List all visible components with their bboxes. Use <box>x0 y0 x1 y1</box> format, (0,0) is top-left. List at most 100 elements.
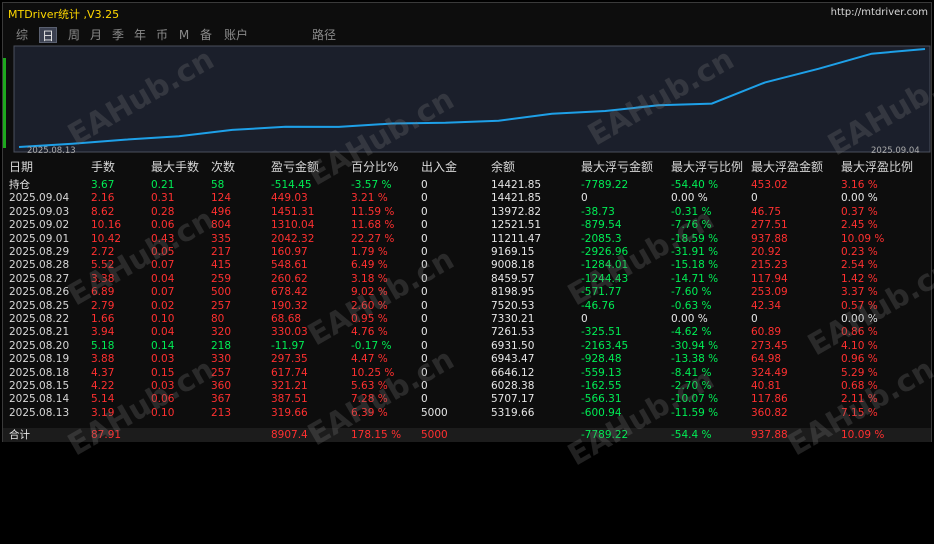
cell-maxlots: 0.07 <box>151 259 175 272</box>
cell-pnl: 617.74 <box>271 366 308 379</box>
cell-count: 330 <box>211 353 232 366</box>
column-header[interactable]: 手数 <box>91 160 115 174</box>
tab-9[interactable]: 账户 <box>221 27 251 43</box>
table-row[interactable]: 2025.08.27 3.38 0.04 259 260.62 3.18 % 0 8459.5… <box>9 272 929 286</box>
cell-lots: 3.94 <box>91 326 115 339</box>
table-row[interactable]: 2025.08.21 3.94 0.04 320 330.03 4.76 % 0 7261.5… <box>9 325 929 339</box>
table-row[interactable]: 2025.08.26 6.89 0.07 500 678.42 9.02 % 0 8198.9… <box>9 285 929 299</box>
column-header[interactable]: 日期 <box>9 160 33 174</box>
cell-mflp: -4.62 % <box>671 326 712 339</box>
cell-date: 2025.08.19 <box>9 353 70 366</box>
cell-pnl: 319.66 <box>271 406 308 419</box>
table-row[interactable]: 2025.08.28 5.52 0.07 415 548.61 6.49 % 0 9008.1… <box>9 258 929 272</box>
cell-pct: 3.21 % <box>351 192 388 205</box>
cell-date: 2025.08.28 <box>9 259 70 272</box>
cell-mfl: -7789.22 <box>581 179 629 191</box>
column-header[interactable]: 出入金 <box>421 160 457 174</box>
column-header[interactable]: 最大浮亏金额 <box>581 160 653 174</box>
table-row[interactable]: 2025.08.18 4.37 0.15 257 617.74 10.25 % 0 6646.… <box>9 366 929 380</box>
cell-maxlots: 0.15 <box>151 366 175 379</box>
cell-io: 0 <box>421 339 428 352</box>
cell-count: 500 <box>211 286 232 299</box>
cell-count: 360 <box>211 380 232 392</box>
cell-mfp: 60.89 <box>751 326 782 339</box>
column-header[interactable]: 最大浮亏比例 <box>671 160 743 174</box>
table-row[interactable]: 2025.08.15 4.22 0.03 360 321.21 5.63 % 0 6028.3… <box>9 379 929 393</box>
table-row[interactable]: 2025.08.13 3.19 0.10 213 319.66 6.39 % 5000 531… <box>9 406 929 420</box>
cell-io: 0 <box>421 326 428 339</box>
cell-lots: 3.38 <box>91 272 115 285</box>
tab-0[interactable]: 综 <box>13 27 31 43</box>
cell-date: 2025.09.04 <box>9 192 70 205</box>
cell-mfpp: 4.10 % <box>841 339 878 352</box>
cell-mflp: -7.76 % <box>671 219 712 232</box>
cell-lots: 2.72 <box>91 246 115 258</box>
cell-io: 0 <box>421 192 428 205</box>
cell-mfpp: 0.57 % <box>841 299 878 312</box>
column-header[interactable]: 最大浮盈金额 <box>751 160 823 174</box>
cell-lots: 10.16 <box>91 219 122 232</box>
total-pct: 178.15 % <box>351 429 402 441</box>
cell-mfpp: 10.09 % <box>841 232 885 245</box>
cell-bal: 7330.21 <box>491 313 535 325</box>
table-row[interactable]: 2025.08.29 2.72 0.05 217 160.97 1.79 % 0 9169.1… <box>9 245 929 259</box>
column-header[interactable]: 百分比% <box>351 160 398 174</box>
cell-count: 335 <box>211 232 232 245</box>
tab-6[interactable]: 币 <box>153 27 171 43</box>
cell-pnl: 297.35 <box>271 353 308 366</box>
cell-mfl: -1244.43 <box>581 272 629 285</box>
cell-pnl: 387.51 <box>271 393 308 406</box>
table-row[interactable]: 2025.09.04 2.16 0.31 124 449.03 3.21 % 0 14421.… <box>9 191 929 205</box>
tab-8[interactable]: 备 <box>197 27 215 43</box>
tab-4[interactable]: 季 <box>109 27 127 43</box>
cell-date: 2025.09.03 <box>9 205 70 218</box>
cell-date: 2025.09.01 <box>9 232 70 245</box>
total-mflp: -54.4 % <box>671 429 712 441</box>
tab-1[interactable]: 日 <box>39 27 57 43</box>
window-title: MTDriver统计 ,V3.25 <box>8 8 120 21</box>
cell-pct: -0.17 % <box>351 339 392 352</box>
table-row[interactable]: 2025.09.03 8.62 0.28 496 1451.31 11.59 % 0 1397… <box>9 205 929 219</box>
cell-io: 5000 <box>421 406 448 419</box>
table-row[interactable]: 2025.09.02 10.16 0.06 804 1310.04 11.68 % 0 125… <box>9 218 929 232</box>
column-header[interactable]: 盈亏金额 <box>271 160 319 174</box>
table-row[interactable]: 持仓 3.67 0.21 58 -514.45 -3.57 % 0 14421.85 -7789… <box>9 178 929 192</box>
cell-maxlots: 0.07 <box>151 286 175 299</box>
cell-pnl: -11.97 <box>271 339 305 352</box>
cell-mfl: -2926.96 <box>581 246 629 258</box>
table-row[interactable]: 2025.08.20 5.18 0.14 218 -11.97 -0.17 % 0 6931.… <box>9 339 929 353</box>
website-link[interactable]: http://mtdriver.com <box>831 7 928 18</box>
cell-pct: 4.76 % <box>351 326 388 339</box>
table-header: 日期 手数 最大手数 次数 盈亏金额 百分比% 出入金 余额 最大浮亏金额 最大浮亏比例 最大浮盈金… <box>9 160 929 174</box>
cell-io: 0 <box>421 259 428 272</box>
cell-bal: 7520.53 <box>491 299 535 312</box>
column-header[interactable]: 余额 <box>491 160 515 174</box>
column-header[interactable]: 最大手数 <box>151 160 199 174</box>
table-row[interactable]: 2025.09.01 10.42 0.43 335 2042.32 22.27 % 0 112… <box>9 232 929 246</box>
total-row: 合计 87.91 8907.4 178.15 % 5000 -7789.22 -54.4 %… <box>9 428 929 442</box>
cell-mflp: -10.07 % <box>671 393 719 406</box>
cell-mfpp: 0.68 % <box>841 380 878 392</box>
tab-3[interactable]: 月 <box>87 27 105 43</box>
column-header[interactable]: 最大浮盈比例 <box>841 160 913 174</box>
tab-10[interactable]: 路径 <box>309 27 339 43</box>
table-row[interactable]: 2025.08.19 3.88 0.03 330 297.35 4.47 % 0 6943.4… <box>9 352 929 366</box>
cell-lots: 6.89 <box>91 286 115 299</box>
cell-bal: 6931.50 <box>491 339 535 352</box>
column-header[interactable]: 次数 <box>211 160 235 174</box>
cell-maxlots: 0.21 <box>151 179 175 191</box>
cell-pct: 3.18 % <box>351 272 388 285</box>
cell-pnl: 548.61 <box>271 259 308 272</box>
cell-pnl: 449.03 <box>271 192 308 205</box>
table-row[interactable]: 2025.08.22 1.66 0.10 80 68.68 0.95 % 0 7330.21 0… <box>9 312 929 326</box>
cell-bal: 11211.47 <box>491 232 542 245</box>
tab-7[interactable]: M <box>177 27 191 43</box>
cell-bal: 12521.51 <box>491 219 542 232</box>
table-row[interactable]: 2025.08.14 5.14 0.06 367 387.51 7.28 % 0 5707.1… <box>9 392 929 406</box>
table-row[interactable]: 2025.08.25 2.79 0.02 257 190.32 2.60 % 0 7520.5… <box>9 299 929 313</box>
cell-mflp: -18.59 % <box>671 232 719 245</box>
tab-5[interactable]: 年 <box>131 27 149 43</box>
cell-pnl: 1310.04 <box>271 219 315 232</box>
cell-pct: 2.60 % <box>351 299 388 312</box>
tab-2[interactable]: 周 <box>65 27 83 43</box>
